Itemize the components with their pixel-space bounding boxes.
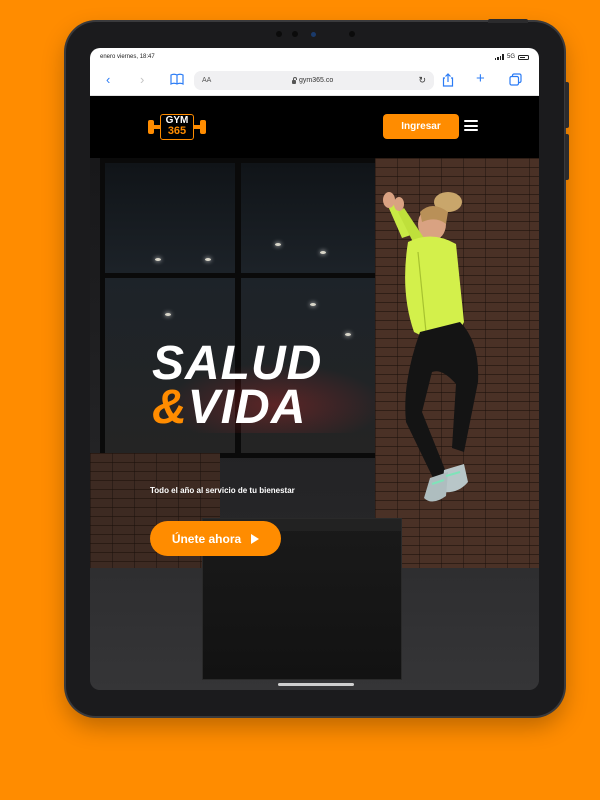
front-camera [311,32,316,37]
status-bar: enero viernes, 18:47 5G [90,48,539,66]
gym365-logo[interactable]: GYM 365 [148,112,206,142]
url-text: gym365.co [299,77,334,84]
logo-badge: GYM 365 [160,114,194,140]
sensor-dot [349,31,355,37]
ceiling-light [205,258,211,261]
headline-line2: &VIDA [152,384,322,432]
menu-icon[interactable] [464,120,478,131]
ceiling-light [310,303,316,306]
tablet-frame: enero viernes, 18:47 5G ‹ › AA gym365.co… [66,19,569,716]
sensor-dot [292,31,298,37]
text-size-button[interactable]: AA [202,77,211,84]
new-tab-icon[interactable]: + [476,71,485,86]
reload-icon[interactable]: ↻ [418,75,426,86]
play-arrow-icon [251,533,260,544]
battery-icon [518,54,529,60]
ceiling-light [320,251,326,254]
logo-text-365: 365 [167,125,187,137]
status-time: enero viernes, 18:47 [100,54,155,60]
forward-icon[interactable]: › [140,73,144,86]
hero-section: SALUD &VIDA Todo el año al servicio de t… [90,158,539,690]
hero-tagline: Todo el año al servicio de tu bienestar [150,486,295,495]
signal-icon [494,54,504,60]
volume-down-button [565,134,569,180]
hero-headline: SALUD &VIDA [152,340,322,432]
site-header: GYM 365 Ingresar [90,96,539,158]
bookmarks-icon[interactable] [170,73,184,87]
join-now-label: Únete ahora [171,531,242,546]
sensor-dot [276,31,282,37]
dumbbell-plate [200,120,206,134]
volume-up-button [565,82,569,128]
tablet-top-button [488,19,528,23]
headline-line2-text: VIDA [187,381,307,434]
network-label: 5G [506,54,515,60]
ceiling-light [275,243,281,246]
address-bar[interactable]: AA gym365.co ↻ [194,71,434,90]
tabs-icon[interactable] [509,73,522,88]
ceiling-light [155,258,161,261]
ceiling-light [165,313,171,316]
browser-toolbar: ‹ › AA gym365.co ↻ + [90,66,539,96]
url-display: gym365.co [292,76,334,84]
ceiling-light [345,333,351,336]
tablet-screen: enero viernes, 18:47 5G ‹ › AA gym365.co… [90,48,539,690]
login-button[interactable]: Ingresar [383,114,459,139]
join-now-button[interactable]: Únete ahora [150,521,281,556]
status-indicators: 5G [494,54,529,60]
headline-ampersand: & [152,381,188,434]
share-icon[interactable] [442,73,454,89]
lock-icon [292,76,297,84]
home-indicator[interactable] [278,683,354,686]
back-icon[interactable]: ‹ [106,73,110,86]
